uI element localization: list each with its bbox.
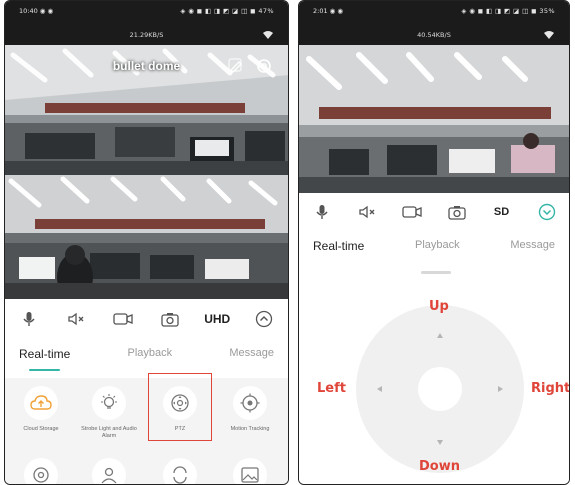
network-speed: 21.29KB/S [129,31,164,39]
ptz-right-label: Right [531,381,570,396]
ptz-down-label: Down [419,459,460,474]
status-bar: 10:40 ◉ ◉ ◈ ◉ ◼ ◧ ◨ ◩ ◪ ◫ ◼ 47% [5,1,288,27]
chevron-circle-icon [256,310,273,328]
feature-row2-4[interactable] [218,458,282,484]
office-scene [299,45,569,193]
feature-row2-2[interactable] [77,458,141,484]
snapshot-button[interactable] [443,198,471,226]
cloud-upload-icon [30,395,52,410]
phone-right: 2:01 ◉ ◉ ◈ ◉ ◼ ◧ ◨ ◩ ◪ ◫ ◼ 35% 40.54KB/S [298,0,570,485]
feature-label: Strobe Light and Audio Alarm [81,426,137,439]
settings-icon[interactable] [255,57,273,75]
snapshot-button[interactable] [156,305,184,333]
status-time: 10:40 ◉ ◉ [19,7,54,15]
feature-grid: Cloud Storage Strobe Light and Audio Ala… [5,378,288,484]
video-feed-upper[interactable]: bullet dome [5,45,288,175]
ptz-up-label: Up [429,299,449,314]
tab-bar: Real-time Playback Message [5,341,288,371]
status-icons: ◈ ◉ ◼ ◧ ◨ ◩ ◪ ◫ ◼ 35% [461,7,555,15]
ptz-left-label: Left [317,381,346,396]
expand-button[interactable] [250,305,278,333]
feature-icon-wrap [233,386,267,420]
tab-message[interactable]: Message [229,341,274,367]
microphone-button[interactable] [308,198,336,226]
feature-row2-3[interactable] [148,458,212,484]
network-speed: 40.54KB/S [417,31,451,39]
quality-label: UHD [204,312,231,326]
camera-icon [447,205,466,220]
camera-title: bullet dome [112,59,181,73]
feature-motion-tracking[interactable]: Motion Tracking [218,386,282,433]
wifi-icon [544,31,554,39]
video-feed-lower[interactable] [5,175,288,299]
tab-playback[interactable]: Playback [415,233,460,259]
feature-icon-wrap [233,458,267,484]
ptz-joystick [356,305,524,473]
composite-screenshot: 10:40 ◉ ◉ ◈ ◉ ◼ ◧ ◨ ◩ ◪ ◫ ◼ 47% 21.29KB/… [0,0,575,485]
quality-button[interactable]: SD [488,198,516,226]
quality-label: SD [493,206,510,218]
microphone-button[interactable] [15,305,43,333]
feature-label: Cloud Storage [23,426,59,432]
phone-left: 10:40 ◉ ◉ ◈ ◉ ◼ ◧ ◨ ◩ ◪ ◫ ◼ 47% 21.29KB/… [4,0,289,485]
speaker-mute-icon [358,205,374,219]
feature-label: Motion Tracking [230,426,270,432]
video-record-icon [113,313,133,325]
mute-button[interactable] [62,305,90,333]
collapse-button[interactable] [533,198,561,226]
eye-icon [33,467,49,483]
light-bulb-icon [101,394,117,409]
video-feed[interactable] [299,45,569,193]
tab-message[interactable]: Message [510,233,555,259]
microphone-icon [315,205,328,219]
record-button[interactable] [109,305,137,333]
edit-icon[interactable] [227,57,245,75]
chevron-circle-icon [538,203,555,221]
speaker-mute-icon [68,312,84,326]
feature-icon-wrap [24,386,58,420]
joystick-center[interactable] [418,367,462,411]
feature-icon-wrap [92,386,126,420]
microphone-icon [23,312,35,326]
camera-toolbar: UHD [5,302,288,336]
camera-toolbar: SD [299,195,569,229]
feature-row2-1[interactable] [9,458,73,484]
feature-icon-wrap [92,458,126,484]
office-scene-lower [5,175,288,299]
rotate-icon [173,466,187,484]
wifi-icon [263,31,273,39]
tab-playback[interactable]: Playback [128,341,173,367]
quality-button[interactable]: UHD [203,305,231,333]
tab-bar: Real-time Playback Message [299,233,569,263]
status-time: 2:01 ◉ ◉ [313,7,344,15]
video-record-icon [401,206,422,218]
status-icons: ◈ ◉ ◼ ◧ ◨ ◩ ◪ ◫ ◼ 47% [180,7,274,15]
network-speed-bar: 40.54KB/S [299,27,569,45]
target-icon [240,393,260,413]
tab-realtime[interactable]: Real-time [313,233,364,263]
feature-cloud-storage[interactable]: Cloud Storage [9,386,73,433]
image-icon [241,467,259,483]
tab-realtime[interactable]: Real-time [19,341,70,371]
feature-icon-wrap [24,458,58,484]
ptz-control-sheet: Up Down Left Right [299,259,570,484]
ptz-highlight-box [148,373,212,441]
network-speed-bar: 21.29KB/S [5,27,288,45]
feature-strobe-alarm[interactable]: Strobe Light and Audio Alarm [77,386,141,440]
person-icon [101,467,117,484]
record-button[interactable] [398,198,426,226]
feature-icon-wrap [163,458,197,484]
mute-button[interactable] [353,198,381,226]
camera-icon [161,312,179,327]
status-bar: 2:01 ◉ ◉ ◈ ◉ ◼ ◧ ◨ ◩ ◪ ◫ ◼ 35% [299,1,569,27]
